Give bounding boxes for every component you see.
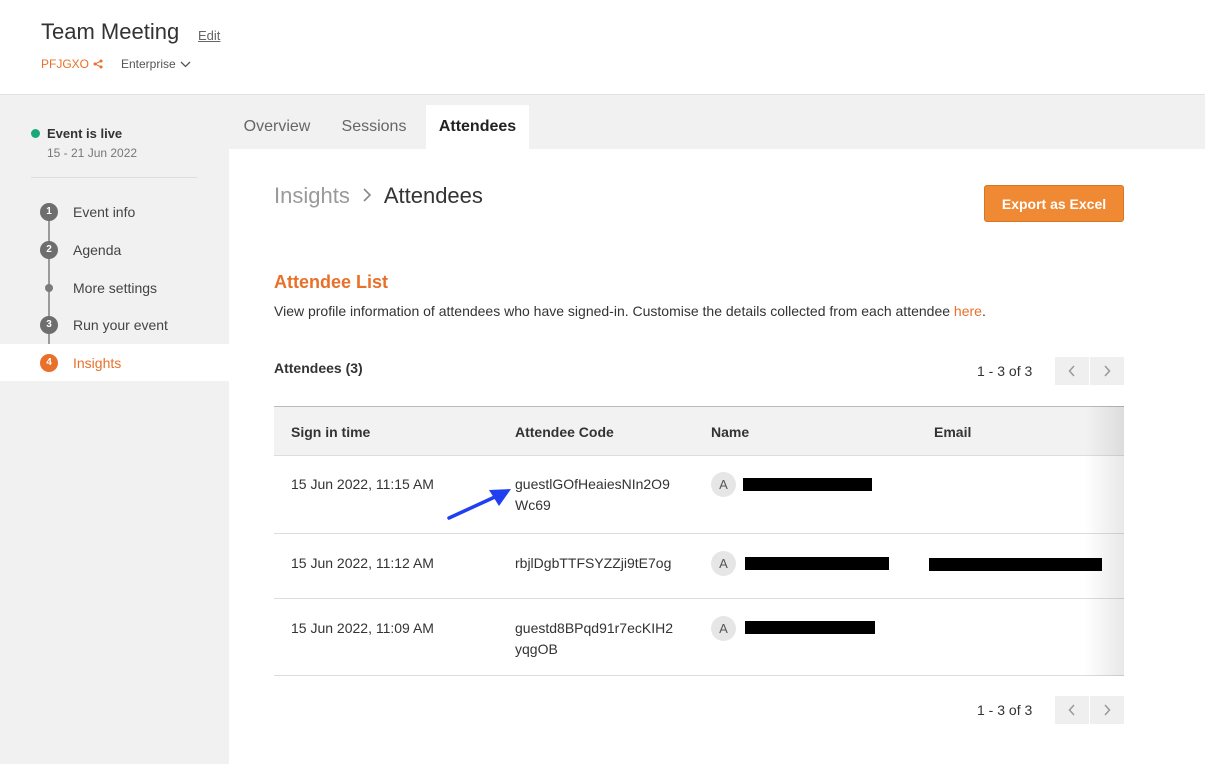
table-row[interactable]: 15 Jun 2022, 11:12 AM rbjlDgbTTFSYZZji9t… [274, 534, 1124, 599]
prev-page-button[interactable] [1055, 696, 1089, 724]
avatar: A [711, 472, 736, 497]
breadcrumb-current: Attendees [383, 183, 483, 208]
substep-dot [45, 283, 53, 292]
sidebar-item-label: Agenda [73, 241, 122, 258]
share-icon[interactable] [93, 59, 103, 69]
pagination-range-bottom: 1 - 3 of 3 [977, 702, 1033, 718]
step-number-badge: 4 [40, 353, 58, 372]
attendee-list-title: Attendee List [274, 272, 389, 292]
column-header-sign-in-time[interactable]: Sign in time [291, 424, 370, 440]
description-text: View profile information of attendees wh… [274, 303, 954, 319]
tab-overview[interactable]: Overview [229, 105, 325, 149]
description-suffix: . [981, 303, 986, 319]
plan-label: Enterprise [121, 57, 176, 71]
sidebar: Event is live 15 - 21 Jun 2022 1 Event i… [0, 95, 229, 764]
attendee-code-line: rbjlDgbTTFSYZZji9tE7og [515, 555, 672, 571]
event-header: Team Meeting Edit PFJGXO Enterprise [0, 0, 1205, 95]
event-code-text: PFJGXO [41, 57, 90, 71]
sidebar-item-label: More settings [73, 279, 158, 296]
event-dates: 15 - 21 Jun 2022 [47, 146, 138, 160]
step-number-badge: 3 [40, 315, 58, 334]
pagination-top [1055, 357, 1124, 385]
avatar: A [711, 551, 736, 576]
attendee-code-line: guestd8BPqd91r7ecKIH2 [515, 620, 673, 636]
column-header-email[interactable]: Email [934, 424, 971, 440]
sidebar-item-more-settings[interactable]: More settings [0, 269, 229, 306]
customise-details-link[interactable]: here [954, 303, 982, 319]
event-status: Event is live [31, 126, 122, 141]
sidebar-divider [31, 177, 197, 178]
sidebar-item-run-your-event[interactable]: 3 Run your event [0, 306, 229, 343]
tab-sessions[interactable]: Sessions [325, 105, 423, 149]
step-number-badge: 1 [40, 202, 58, 221]
attendees-count: Attendees (3) [274, 360, 363, 376]
sidebar-item-label: Event info [73, 203, 136, 220]
edit-link[interactable]: Edit [198, 28, 220, 43]
attendee-code-cell: rbjlDgbTTFSYZZji9tE7og [515, 553, 671, 574]
sidebar-item-label: Insights [73, 354, 122, 371]
table-row[interactable]: 15 Jun 2022, 11:09 AM guestd8BPqd91r7ecK… [274, 599, 1124, 676]
next-page-button[interactable] [1090, 357, 1124, 385]
redacted-name [745, 621, 875, 634]
breadcrumb-parent[interactable]: Insights [274, 183, 350, 209]
chevron-left-icon [1068, 704, 1075, 716]
tab-attendees[interactable]: Attendees [426, 105, 529, 149]
redacted-name [745, 557, 889, 570]
live-status-dot [31, 129, 40, 138]
pagination-bottom [1055, 696, 1124, 724]
step-number-badge: 2 [40, 240, 58, 259]
event-status-text: Event is live [47, 126, 123, 141]
table-row[interactable]: 15 Jun 2022, 11:15 AM guestlGOfHeaiesNIn… [274, 456, 1124, 534]
sign-in-time-cell: 15 Jun 2022, 11:12 AM [291, 555, 434, 571]
redacted-name [743, 478, 872, 491]
chevron-right-icon [1104, 704, 1111, 716]
tab-bar: Overview Sessions Attendees [229, 95, 1205, 149]
sidebar-item-event-info[interactable]: 1 Event info [0, 193, 229, 230]
attendee-code-cell: guestd8BPqd91r7ecKIH2 yqgOB [515, 618, 673, 660]
chevron-right-icon [1104, 365, 1111, 377]
attendee-code-line: Wc69 [515, 497, 551, 513]
sign-in-time-cell: 15 Jun 2022, 11:15 AM [291, 476, 434, 492]
chevron-left-icon [1068, 365, 1075, 377]
event-title: Team Meeting [41, 19, 180, 44]
breadcrumb-separator-icon [362, 186, 372, 207]
plan-dropdown[interactable]: Enterprise [121, 57, 191, 71]
annotation-arrow-icon [447, 489, 511, 520]
pagination-range-top: 1 - 3 of 3 [977, 363, 1033, 379]
attendee-code-line: guestlGOfHeaiesNIn2O9 [515, 476, 670, 492]
next-page-button[interactable] [1090, 696, 1124, 724]
table-header: Sign in time Attendee Code Name Email [274, 406, 1124, 456]
attendee-list-description: View profile information of attendees wh… [274, 303, 986, 319]
column-header-attendee-code[interactable]: Attendee Code [515, 424, 614, 440]
redacted-email [929, 558, 1102, 571]
attendee-code-cell: guestlGOfHeaiesNIn2O9 Wc69 [515, 474, 670, 516]
chevron-down-icon [180, 61, 191, 67]
attendee-code-line: yqgOB [515, 641, 558, 657]
column-header-name[interactable]: Name [711, 424, 749, 440]
sidebar-item-agenda[interactable]: 2 Agenda [0, 231, 229, 268]
breadcrumb: Insights Attendees [274, 183, 483, 209]
sidebar-item-insights[interactable]: 4 Insights [0, 344, 229, 381]
prev-page-button[interactable] [1055, 357, 1089, 385]
sign-in-time-cell: 15 Jun 2022, 11:09 AM [291, 620, 434, 636]
event-code[interactable]: PFJGXO [41, 57, 103, 71]
avatar: A [711, 616, 736, 641]
sidebar-item-label: Run your event [73, 316, 168, 333]
export-excel-button[interactable]: Export as Excel [984, 185, 1124, 222]
